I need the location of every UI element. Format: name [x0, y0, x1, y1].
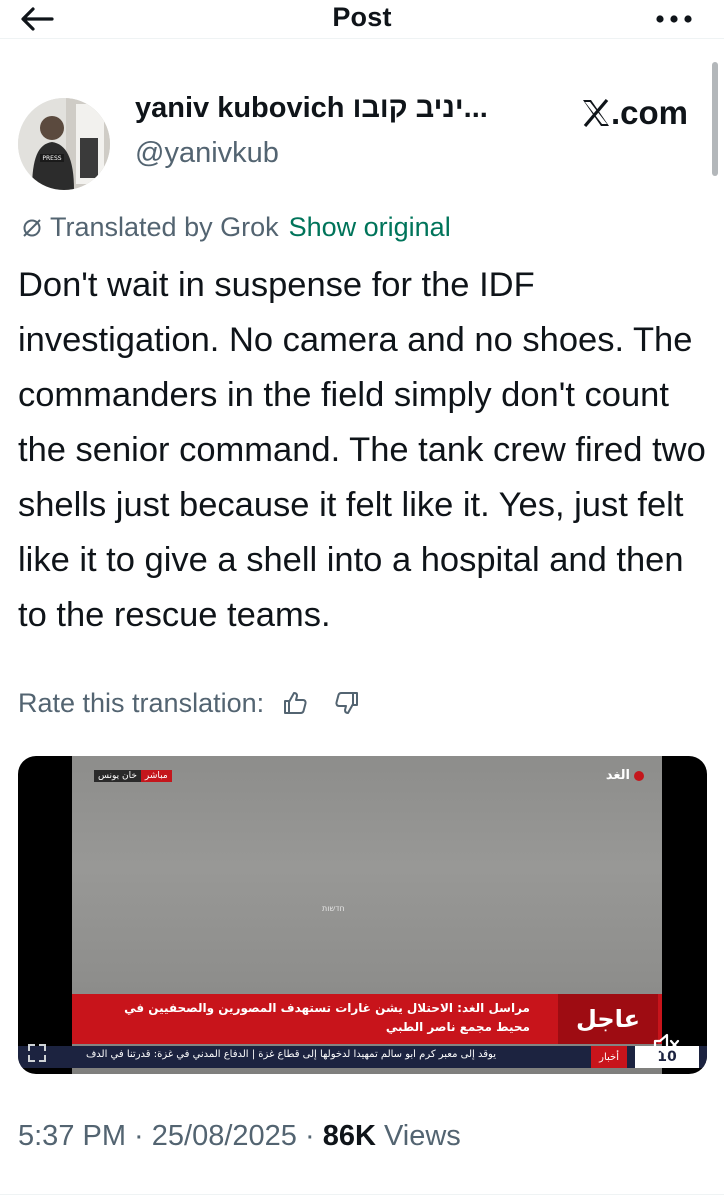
mute-button[interactable]: [639, 1018, 693, 1072]
channel-logo-text: الغد: [605, 768, 630, 783]
live-tag: مباشر: [140, 770, 172, 782]
svg-text:PRESS: PRESS: [42, 155, 61, 162]
news-ticker: يوقد إلى معبر كرم أبو سالم تمهيدا لدخوله…: [18, 1046, 707, 1068]
post-meta: 5:37 PM · 25/08/2025 · 86K Views: [18, 1120, 461, 1153]
expand-icon[interactable]: [26, 1042, 48, 1064]
avatar-photo: PRESS: [18, 98, 110, 190]
channel-logo-mark: [634, 770, 644, 781]
author-handle[interactable]: @yanivkub: [135, 137, 279, 170]
channel-logo: الغد: [606, 768, 644, 783]
views-label: Views: [375, 1120, 461, 1152]
thumbs-up-button[interactable]: [278, 686, 312, 720]
thumbs-down-button[interactable]: [330, 686, 364, 720]
video-watermark: חדשות: [322, 904, 345, 913]
post-date[interactable]: 25/08/2025: [152, 1120, 297, 1152]
thumbs-down-icon: [335, 692, 359, 714]
page-title: Post: [332, 2, 392, 32]
author-name[interactable]: yaniv kubovich יניב קובו...: [135, 92, 488, 125]
channel-tag: خان يونس مباشر: [94, 770, 172, 782]
scrollbar[interactable]: [712, 62, 718, 176]
show-original-link[interactable]: Show original: [289, 212, 451, 243]
translate-slash-icon: [23, 218, 41, 237]
video-player[interactable]: خان يونس مباشر الغد חדשות مراسل الغد: ال…: [18, 756, 707, 1074]
ticker-label: أخبار: [591, 1046, 627, 1068]
more-horizontal-icon: [656, 15, 692, 23]
rate-translation-row: Rate this translation:: [18, 686, 364, 720]
avatar[interactable]: PRESS: [18, 98, 110, 190]
breaking-news-bar: مراسل الغد: الاحتلال يشن غارات تستهدف ال…: [72, 994, 662, 1044]
meta-separator: ·: [126, 1120, 152, 1152]
breaking-news-text: مراسل الغد: الاحتلال يشن غارات تستهدف ال…: [124, 1001, 530, 1034]
source-label: .com: [610, 94, 688, 131]
source-badge: .com: [581, 94, 688, 132]
ticker-text: يوقد إلى معبر كرم أبو سالم تمهيدا لدخوله…: [85, 1049, 496, 1060]
meta-separator: ·: [296, 1120, 323, 1152]
more-options-button[interactable]: [654, 6, 694, 32]
translation-row: Translated by Grok Show original: [20, 212, 451, 243]
post-text: Don't wait in suspense for the IDF inves…: [18, 266, 706, 634]
x-logo-icon: [582, 99, 609, 127]
translated-by-label: Translated by Grok: [50, 212, 279, 242]
divider: [0, 1194, 724, 1195]
video-frame[interactable]: خان يونس مباشر الغد חדשות مراسل الغد: ال…: [72, 756, 662, 1074]
location-tag: خان يونس: [94, 770, 141, 782]
volume-muted-icon: [653, 1033, 680, 1057]
top-bar: Post: [0, 0, 724, 39]
post-time[interactable]: 5:37 PM: [18, 1120, 126, 1152]
views-count: 86K: [322, 1120, 376, 1152]
rate-translation-label: Rate this translation:: [18, 687, 265, 718]
thumbs-up-icon: [284, 692, 307, 714]
